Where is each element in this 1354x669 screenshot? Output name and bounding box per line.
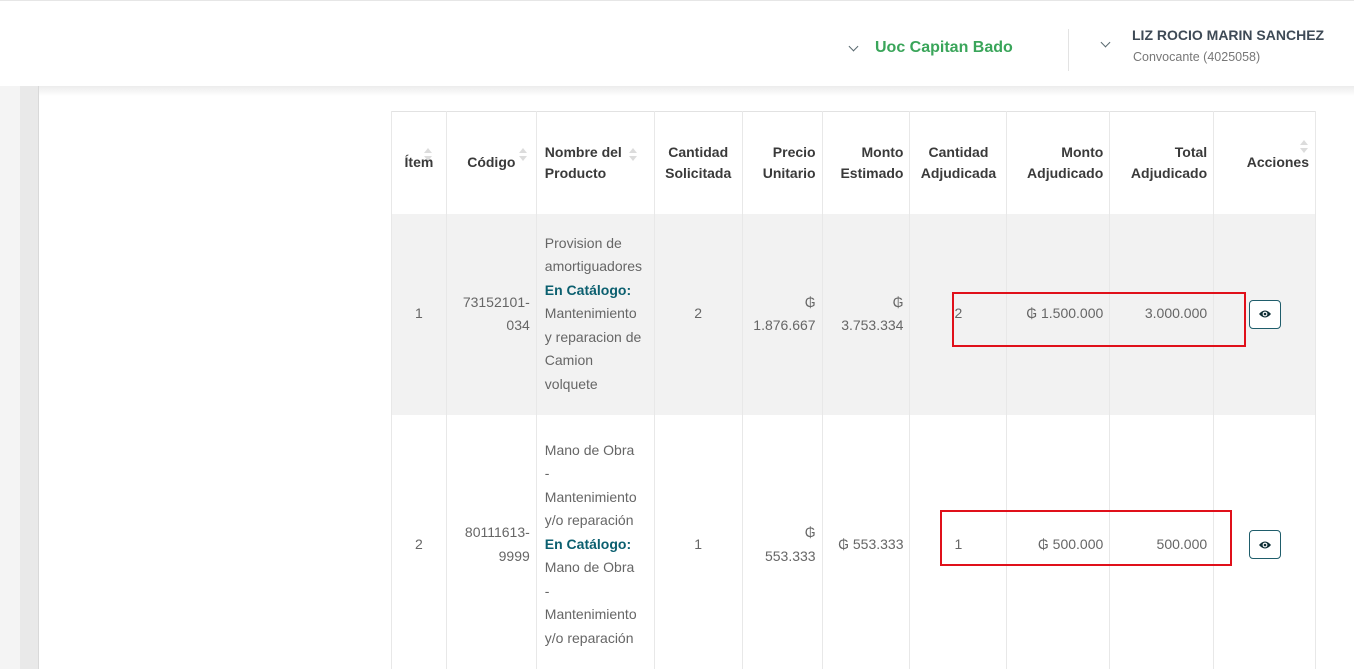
cell-cantidad-adjudicada: 1 [909,414,1008,669]
column-header-precio-unitario[interactable]: Precio Unitario [741,111,823,214]
catalogo-line: - [544,582,550,599]
header-total-adj-line2: Adjudicado [1130,164,1208,181]
cell-monto-adjudicado: ₲ 500.000 [1006,414,1111,669]
top-header: Uoc Capitan Bado LIZ ROCIO MARIN SANCHEZ… [0,0,1354,86]
cell-precio-unitario: ₲ 553.333 [741,414,823,669]
header-monto-est-line2: Estimado [840,164,904,181]
table-row: 2 80111613- 9999 Mano de Obra - Mantenim… [391,414,1316,669]
nombre-line: Mano de Obra [544,441,635,458]
cell-acciones [1213,414,1316,669]
uoc-selector[interactable]: Uoc Capitan Bado [848,39,1013,57]
column-header-monto-adjudicado[interactable]: Monto Adjudicado [1006,111,1111,214]
nombre-line: y/o reparación [544,512,634,529]
nombre-line: - [544,465,550,482]
sort-icon [628,148,637,162]
cell-total-adjudicado: 500.000 [1109,414,1215,669]
header-nombre-line2: Producto [544,164,607,181]
codigo-line1: 80111613- [464,524,530,540]
column-header-item[interactable]: Ítem [391,111,447,214]
table-header-row: Ítem Código Nombre del Producto Cantidad… [391,111,1316,214]
codigo-line1: 73152101- [462,293,530,310]
cell-total-adjudicado: 3.000.000 [1109,213,1215,415]
left-rail-inner [20,86,38,669]
catalogo-label: En Catálogo: [544,281,632,298]
header-nombre-line1: Nombre del [544,143,622,160]
cell-acciones [1213,213,1316,415]
column-header-monto-estimado[interactable]: Monto Estimado [821,111,911,214]
cell-cantidad-solicitada: 2 [653,213,743,415]
catalogo-line: volquete [544,375,598,392]
cell-item: 1 [391,213,447,415]
header-total-adj-line1: Total [1174,143,1208,160]
view-button[interactable] [1248,299,1281,329]
monto-est-currency: ₲ [892,293,904,310]
user-name: LIZ ROCIO MARIN SANCHEZ [1132,27,1325,43]
catalogo-line: Mantenimiento [544,305,637,322]
cell-codigo: 80111613- 9999 [445,414,537,669]
catalogo-label: En Catálogo: [544,535,632,552]
catalogo-line: y/o reparación [544,629,634,646]
column-header-acciones: Acciones [1213,111,1316,214]
nombre-line: amortiguadores [544,258,643,275]
sort-icon [1300,140,1309,154]
column-header-nombre[interactable]: Nombre del Producto [535,111,655,214]
catalogo-line: y reparacion de [544,328,642,345]
precio-value: 553.333 [764,547,816,564]
user-role: Convocante (4025058) [1133,50,1261,64]
eye-icon [1258,310,1271,318]
left-rail [0,86,20,669]
uoc-label: Uoc Capitan Bado [875,39,1013,56]
eye-icon [1258,541,1271,548]
header-cant-sol-line1: Cantidad [668,143,729,160]
column-header-codigo[interactable]: Código [445,111,537,214]
precio-currency: ₲ [804,293,816,310]
nombre-line: Mantenimiento [544,488,637,505]
cell-nombre-producto: Mano de Obra - Mantenimiento y/o reparac… [535,414,655,669]
header-monto-est-line1: Monto [861,143,904,160]
header-precio-line1: Precio [772,143,816,160]
chevron-down-icon [848,41,859,51]
header-shadow [0,86,1354,96]
left-rail-border [38,86,39,669]
header-divider [1068,29,1069,71]
cell-monto-estimado: ₲ 3.753.334 [821,213,911,415]
catalogo-line: Mantenimiento [544,606,637,623]
codigo-line2: 9999 [498,547,530,564]
precio-value: 1.876.667 [753,317,816,333]
header-acciones-label: Acciones [1246,154,1309,171]
header-codigo-label: Código [467,154,516,171]
header-cant-sol-line2: Solicitada [665,164,732,181]
chevron-down-icon [1100,37,1111,48]
column-header-total-adjudicado[interactable]: Total Adjudicado [1109,111,1215,214]
cell-item: 2 [391,414,447,669]
column-header-cantidad-adjudicada[interactable]: Cantidad Adjudicada [909,111,1008,214]
header-monto-adj-line1: Monto [1061,143,1104,160]
header-monto-adj-line2: Adjudicado [1027,164,1104,181]
view-button[interactable] [1248,530,1281,559]
catalogo-line: Camion [544,352,594,369]
precio-currency: ₲ [804,524,816,540]
cell-cantidad-solicitada: 1 [653,414,743,669]
items-table: Ítem Código Nombre del Producto Cantidad… [391,111,1316,669]
header-cant-adj-line1: Cantidad [928,143,989,160]
column-header-cantidad-solicitada[interactable]: Cantidad Solicitada [653,111,743,214]
codigo-line2: 034 [506,317,530,333]
cell-cantidad-adjudicada: 2 [909,213,1008,415]
cell-monto-estimado: ₲ 553.333 [821,414,911,669]
catalogo-line: Mano de Obra [544,559,635,576]
nombre-line: Provision de [544,234,622,251]
table-row: 1 73152101- 034 Provision de amortiguado… [391,213,1316,415]
header-cant-adj-line2: Adjudicada [920,164,997,181]
cell-monto-adjudicado: ₲ 1.500.000 [1006,213,1111,415]
sort-icon [518,148,527,162]
cell-codigo: 73152101- 034 [445,213,537,415]
header-precio-line2: Unitario [762,164,816,181]
cell-nombre-producto: Provision de amortiguadores En Catálogo:… [535,213,655,415]
sort-icon [424,148,432,162]
cell-precio-unitario: ₲ 1.876.667 [741,213,823,415]
monto-est-value: 3.753.334 [841,317,904,333]
